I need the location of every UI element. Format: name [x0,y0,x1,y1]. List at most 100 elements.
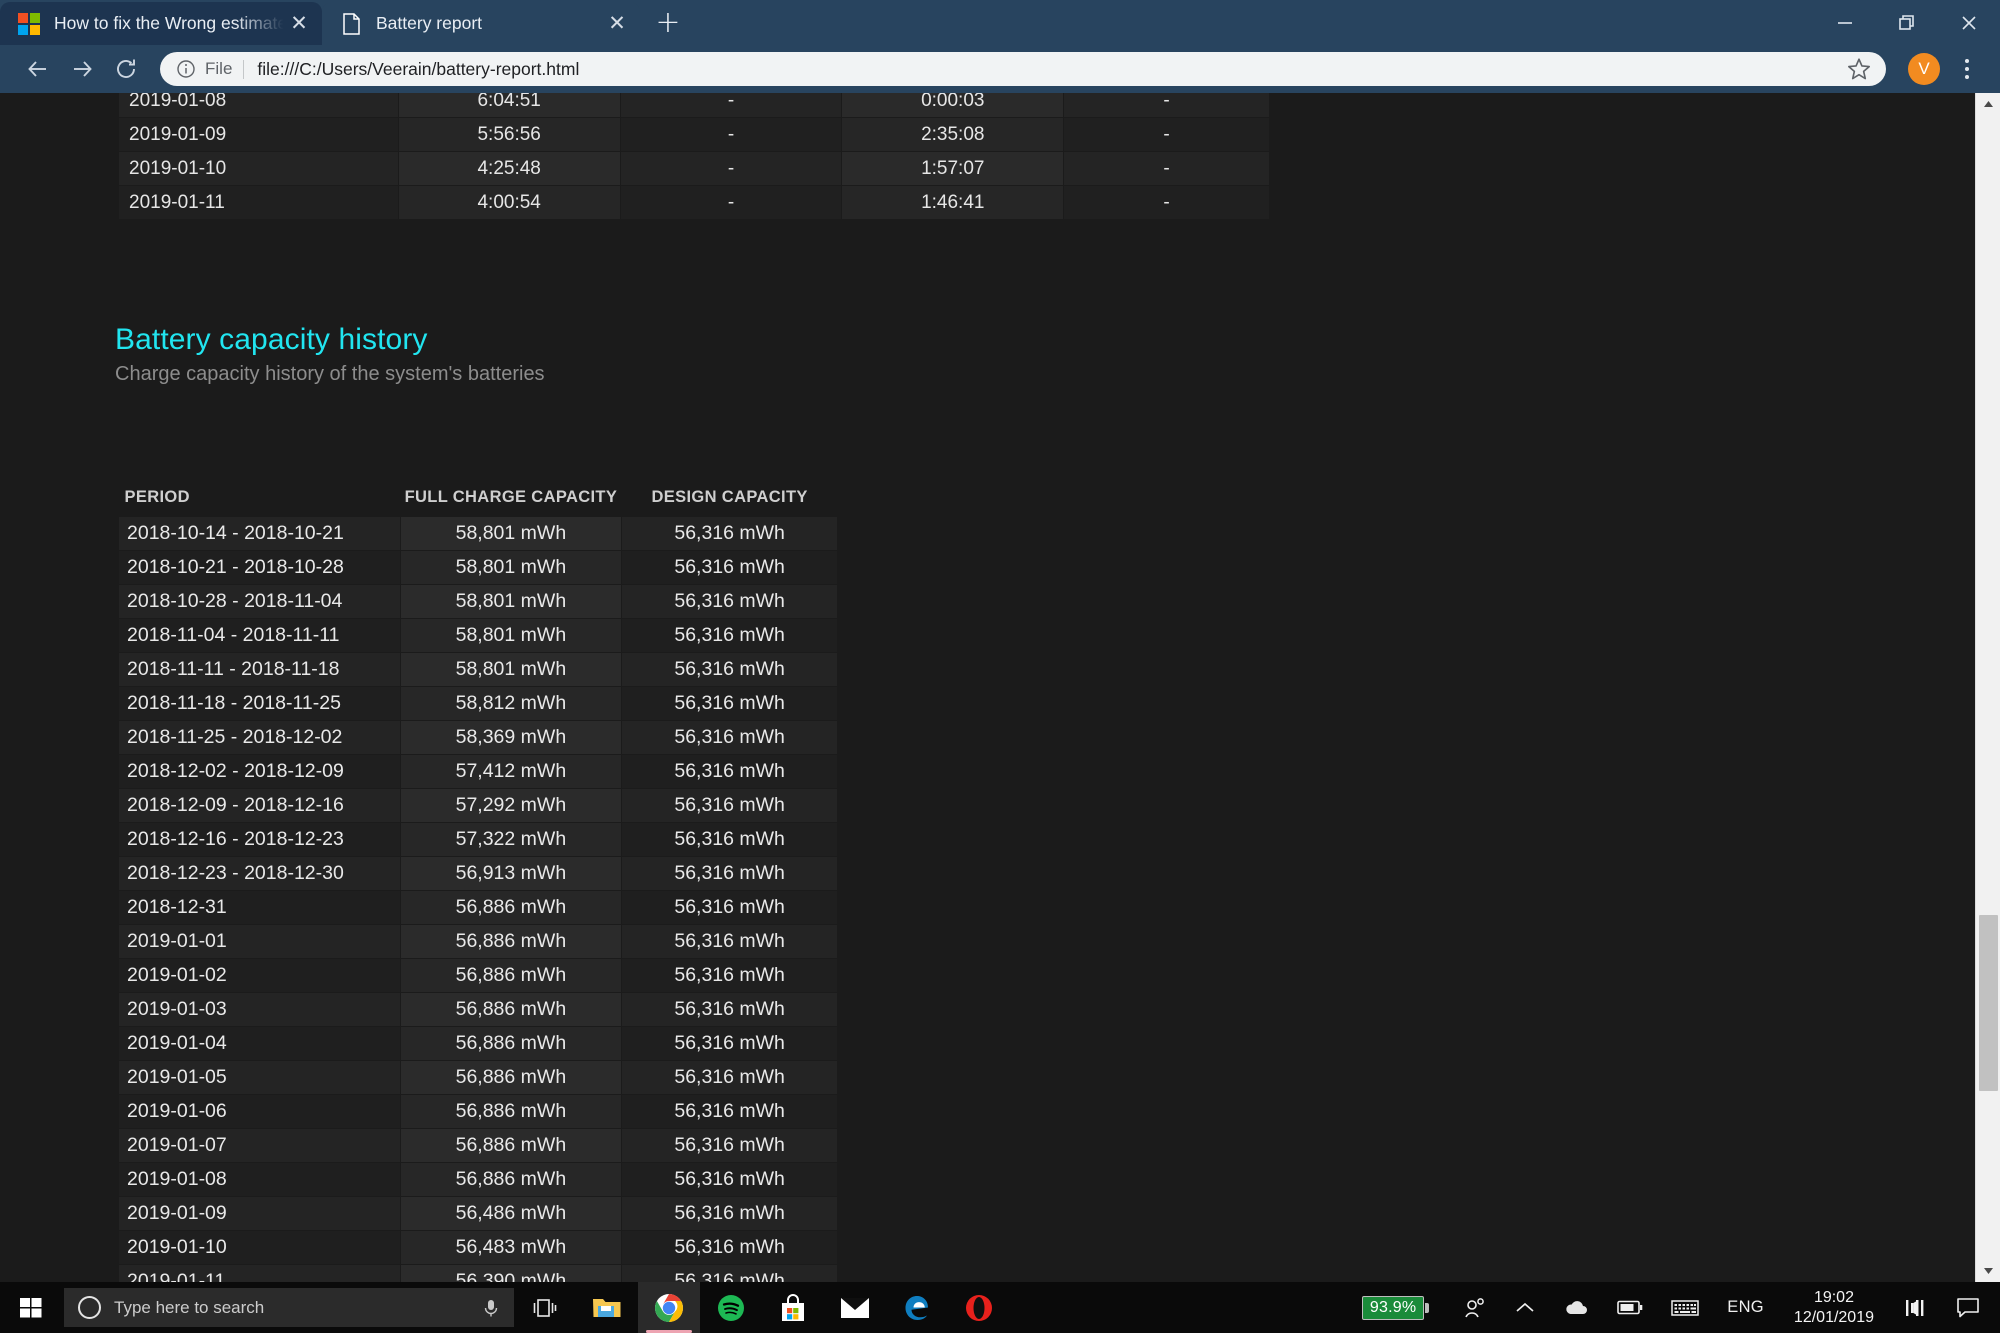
action-center-icon[interactable] [1942,1282,1994,1333]
back-arrow-icon[interactable] [16,47,60,91]
scheme-label: File [205,59,233,78]
star-icon[interactable] [1846,56,1872,82]
table-cell: 58,812 mWh [399,686,623,721]
table-cell: 58,369 mWh [399,720,623,755]
table-row: 2019-01-08 56,886 mWh 56,316 mWh [118,1162,838,1197]
table-cell: 56,316 mWh [621,890,838,925]
table-cell: 56,316 mWh [621,1094,838,1129]
table-row: 2019-01-11 4:00:54-1:46:41- [118,185,1270,220]
table-row: 2019-01-05 56,886 mWh 56,316 mWh [118,1060,838,1095]
table-cell: 2018-11-11 - 2018-11-18 [118,652,401,687]
url-text[interactable]: file:///C:/Users/Veerain/battery-report.… [257,59,1846,80]
scroll-down-icon[interactable] [1976,1260,2000,1282]
table-cell: 56,913 mWh [399,856,623,891]
table-cell: 56,886 mWh [399,958,623,993]
search-input[interactable]: Type here to search [64,1288,514,1327]
table-cell: 56,316 mWh [621,550,838,585]
address-bar[interactable]: File file:///C:/Users/Veerain/battery-re… [160,52,1886,86]
scrollbar-thumb[interactable] [1979,915,1998,1091]
onedrive-icon[interactable] [1549,1282,1603,1333]
table-cell: 58,801 mWh [399,584,623,619]
file-explorer-icon[interactable] [576,1282,638,1333]
task-view-icon[interactable] [514,1282,576,1333]
table-cell: 57,292 mWh [399,788,623,823]
table-cell: 2018-10-28 - 2018-11-04 [118,584,401,619]
clock[interactable]: 19:02 12/01/2019 [1778,1288,1890,1328]
table-cell: 56,886 mWh [399,924,623,959]
table-row: 2019-01-02 56,886 mWh 56,316 mWh [118,958,838,993]
start-icon[interactable] [0,1282,62,1333]
tab-close-icon[interactable]: ✕ [286,11,312,37]
table-cell: - [619,185,843,220]
table-cell: 2018-12-09 - 2018-12-16 [118,788,401,823]
cortana-icon [78,1296,101,1319]
table-cell: 2018-12-16 - 2018-12-23 [118,822,401,857]
microsoft-store-icon[interactable] [762,1282,824,1333]
table-cell: 58,801 mWh [399,618,623,653]
table-cell: 56,316 mWh [621,822,838,857]
table-cell: 2018-12-31 [118,890,401,925]
table-row: 2018-12-16 - 2018-12-23 57,322 mWh 56,316 … [118,822,838,857]
battery-icon[interactable] [1603,1282,1657,1333]
audio-meter-icon[interactable] [1890,1282,1942,1333]
table-cell: 2019-01-09 [118,1196,401,1231]
info-circle-icon[interactable] [176,59,196,79]
table-row: 2018-11-25 - 2018-12-02 58,369 mWh 56,316 … [118,720,838,755]
restore-icon[interactable] [1876,0,1938,45]
browser-tab-1[interactable]: Battery report ✕ [322,2,640,45]
system-tray: 93.9% ENG 19:02 12/01/2019 [1361,1282,2000,1333]
table-cell: 2:35:08 [841,117,1065,152]
microsoft-edge-icon[interactable] [886,1282,948,1333]
tab-close-icon[interactable]: ✕ [604,11,630,37]
table-cell: 56,316 mWh [621,618,838,653]
tab-title: How to fix the Wrong estimate ti [54,13,286,33]
table-row: 2019-01-08 6:04:51-0:00:03- [118,93,1270,118]
document-icon [340,12,362,35]
table-cell: 56,316 mWh [621,1060,838,1095]
vertical-scrollbar[interactable] [1975,93,2000,1282]
spotify-icon[interactable] [700,1282,762,1333]
mail-icon[interactable] [824,1282,886,1333]
table-cell: - [1063,151,1270,186]
keyboard-icon[interactable] [1657,1282,1713,1333]
table-row: 2018-12-23 - 2018-12-30 56,913 mWh 56,316 … [118,856,838,891]
table-cell: 56,316 mWh [621,958,838,993]
browser-toolbar: File file:///C:/Users/Veerain/battery-re… [0,45,2000,93]
page-viewport: 2019-01-08 6:04:51-0:00:03-2019-01-09 5:56… [0,93,1975,1282]
minimize-icon[interactable] [1814,0,1876,45]
table-cell: 56,316 mWh [621,516,838,551]
table-row: 2019-01-10 4:25:48-1:57:07- [118,151,1270,186]
battery-percent-badge[interactable]: 93.9% [1361,1295,1430,1320]
table-cell: 2019-01-03 [118,992,401,1027]
forward-arrow-icon[interactable] [60,47,104,91]
table-cell: 58,801 mWh [399,516,623,551]
table-cell: 6:04:51 [397,93,621,118]
people-icon[interactable] [1449,1282,1501,1333]
table-cell: 56,316 mWh [621,924,838,959]
table-cell: 56,886 mWh [399,1094,623,1129]
microphone-icon[interactable] [480,1297,502,1319]
reload-icon[interactable] [104,47,148,91]
table-row: 2019-01-04 56,886 mWh 56,316 mWh [118,1026,838,1061]
show-hidden-icons-icon[interactable] [1501,1282,1549,1333]
capacity-table-body: 2018-10-14 - 2018-10-21 58,801 mWh 56,316 … [118,516,838,1282]
table-row: 2018-11-04 - 2018-11-11 58,801 mWh 56,316 … [118,618,838,653]
new-tab-button[interactable]: + [648,3,688,43]
table-row: 2019-01-03 56,886 mWh 56,316 mWh [118,992,838,1027]
close-icon[interactable] [1938,0,2000,45]
browser-tab-0[interactable]: How to fix the Wrong estimate ti ✕ [0,2,322,45]
table-cell: 56,316 mWh [621,1230,838,1265]
column-header-period: PERIOD [124,488,190,506]
clock-date: 12/01/2019 [1793,1308,1874,1326]
table-cell: 2019-01-11 [118,1264,401,1282]
table-cell: - [619,93,843,118]
opera-icon[interactable] [948,1282,1010,1333]
google-chrome-icon[interactable] [638,1282,700,1333]
table-header-row: PERIOD FULL CHARGE CAPACITY DESIGN CAPAC… [119,488,838,517]
language-indicator[interactable]: ENG [1713,1282,1778,1333]
kebab-menu-icon[interactable] [1950,49,1984,89]
capacity-table-head: PERIOD FULL CHARGE CAPACITY DESIGN CAPAC… [119,488,838,517]
table-row: 2019-01-10 56,483 mWh 56,316 mWh [118,1230,838,1265]
avatar[interactable]: V [1908,53,1940,85]
scroll-up-icon[interactable] [1976,93,2000,115]
